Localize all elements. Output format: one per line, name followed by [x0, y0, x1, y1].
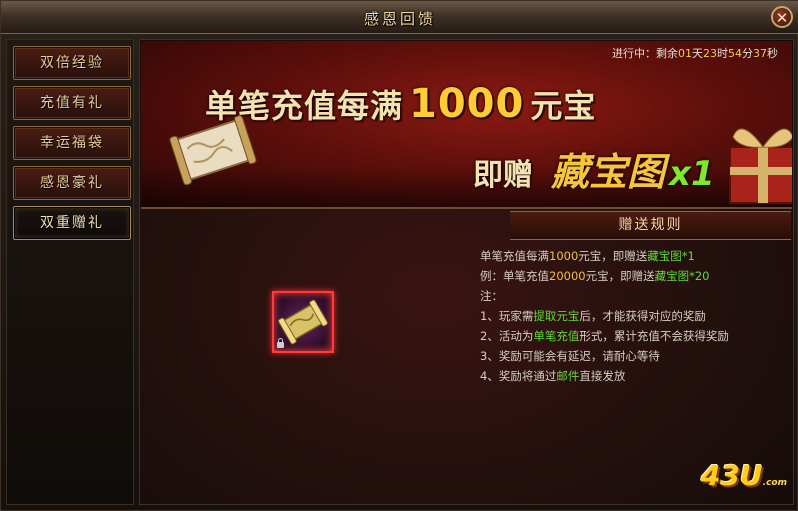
banner-reward-line: 即赠 藏宝图 x1: [473, 150, 715, 194]
sidebar: 双倍经验 充值有礼 幸运福袋 感恩豪礼 双重赠礼: [6, 39, 134, 505]
sidebar-item-recharge-gift[interactable]: 充值有礼: [13, 86, 131, 120]
rules-text: 单笔充值每满1000元宝，即赠送藏宝图*1 例：单笔充值20000元宝，即赠送藏…: [480, 246, 780, 386]
banner-headline: 单笔充值每满 1000 元宝: [205, 81, 597, 127]
countdown-status: 进行中：剩余01天23时54分37秒: [612, 47, 778, 60]
close-icon[interactable]: ✕: [771, 6, 793, 28]
sidebar-item-lucky-bag[interactable]: 幸运福袋: [13, 126, 131, 160]
title-bar: 感恩回馈 ✕: [1, 1, 798, 34]
event-window: 感恩回馈 ✕ 双倍经验 充值有礼 幸运福袋 感恩豪礼 双重赠礼 进行中：剩余01…: [0, 0, 798, 511]
promo-banner: 进行中：剩余01天23时54分37秒 单笔充值每满 1000 元宝 即赠 藏宝图 x1: [141, 41, 792, 209]
reward-item-slot[interactable]: [272, 291, 334, 353]
sidebar-item-thanks-gift[interactable]: 感恩豪礼: [13, 166, 131, 200]
sidebar-item-double-gift[interactable]: 双重赠礼: [13, 206, 131, 240]
rule-line-1: 单笔充值每满1000元宝，即赠送藏宝图*1: [480, 249, 695, 263]
rule-item-3: 3、奖励可能会有延迟，请耐心等待: [480, 349, 660, 363]
content-panel: 进行中：剩余01天23时54分37秒 单笔充值每满 1000 元宝 即赠 藏宝图 x1: [139, 39, 794, 505]
window-title: 感恩回馈: [363, 10, 436, 28]
gift-box-icon: [729, 128, 792, 204]
sidebar-item-double-exp[interactable]: 双倍经验: [13, 46, 131, 80]
lock-icon: [277, 338, 284, 348]
rule-item-1: 1、玩家需提取元宝后，才能获得对应的奖励: [480, 309, 706, 323]
site-logo: 43U.com: [700, 459, 787, 492]
rule-item-2: 2、活动为单笔充值形式，累计充值不会获得奖励: [480, 329, 729, 343]
rule-note: 注：: [480, 289, 503, 303]
rules-header: 赠送规则: [510, 211, 791, 240]
rule-item-4: 4、奖励将通过邮件直接发放: [480, 369, 626, 383]
rule-line-2: 例：单笔充值20000元宝，即赠送藏宝图*20: [480, 269, 710, 283]
